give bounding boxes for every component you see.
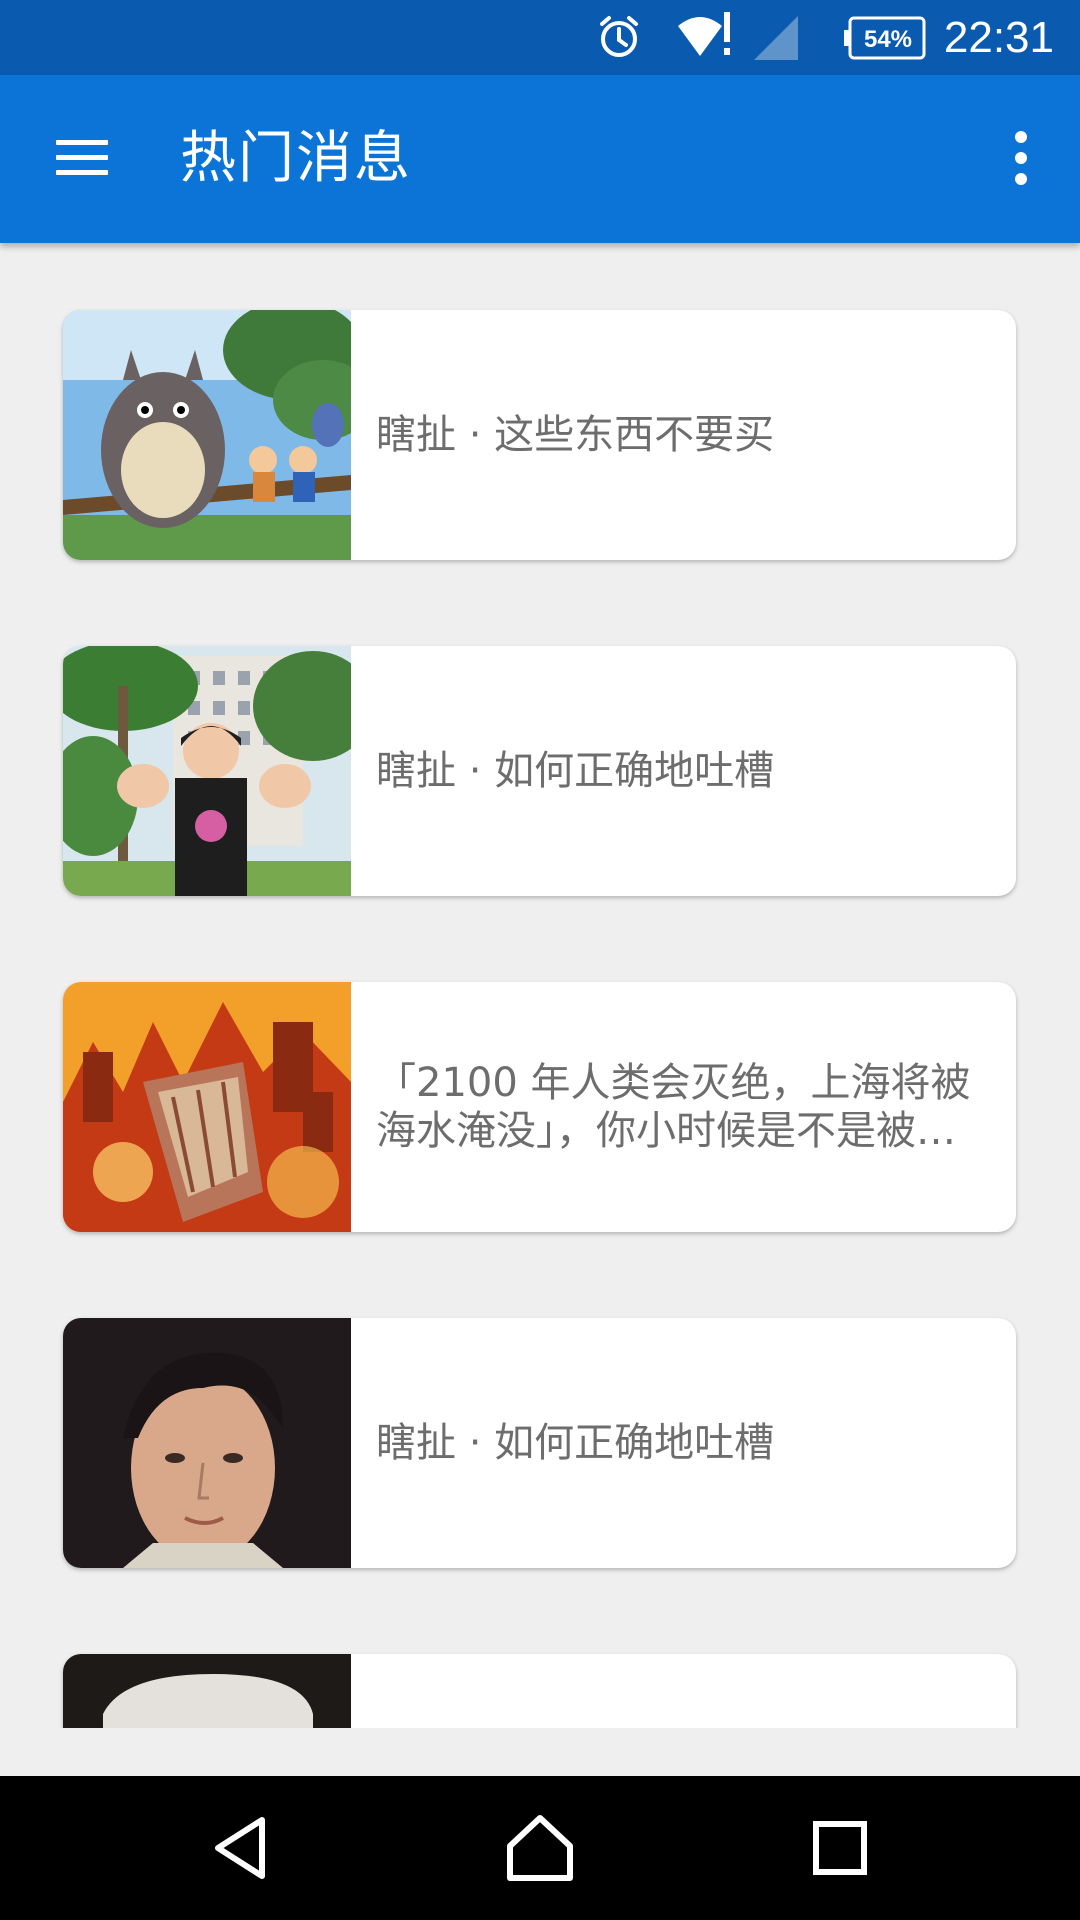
page-title: 热门消息 bbox=[180, 126, 412, 191]
hamburger-menu-icon[interactable] bbox=[52, 133, 112, 183]
wifi-icon bbox=[678, 12, 730, 56]
alarm-icon bbox=[600, 16, 638, 57]
news-card[interactable] bbox=[63, 1654, 1016, 1728]
news-title: 瞎扯 · 如何正确地吐槽 bbox=[376, 1420, 775, 1466]
burning-city-thumbnail bbox=[63, 982, 351, 1232]
news-title: 瞎扯 · 如何正确地吐槽 bbox=[376, 748, 775, 794]
back-icon[interactable] bbox=[200, 1808, 280, 1888]
battery-level-text: 54% bbox=[864, 26, 912, 53]
palm-trees-thumbnail bbox=[63, 646, 351, 896]
news-title: 「2100 年人类会灭绝，上海将被海水淹没」，你小时候是不是被这些谣言吓到过？ bbox=[376, 1060, 971, 1154]
news-card[interactable]: 瞎扯 · 如何正确地吐槽 bbox=[63, 1318, 1016, 1568]
partial-thumbnail bbox=[63, 1654, 351, 1728]
status-bar: 54% 22:31 bbox=[0, 0, 1080, 75]
totoro-thumbnail bbox=[63, 310, 351, 560]
news-title: 瞎扯 · 这些东西不要买 bbox=[376, 412, 775, 458]
recents-icon[interactable] bbox=[800, 1808, 880, 1888]
home-icon[interactable] bbox=[500, 1808, 580, 1888]
news-card[interactable]: 瞎扯 · 如何正确地吐槽 bbox=[63, 646, 1016, 896]
battery-icon: 54% bbox=[844, 16, 926, 60]
more-vert-icon[interactable] bbox=[1008, 129, 1034, 189]
portrait-thumbnail bbox=[63, 1318, 351, 1568]
news-list[interactable]: 瞎扯 · 这些东西不要买 瞎扯 · 如何正确地吐槽 「2100 年人类会灭绝，上… bbox=[0, 243, 1080, 1728]
status-time: 22:31 bbox=[943, 13, 1054, 62]
news-card[interactable]: 「2100 年人类会灭绝，上海将被海水淹没」，你小时候是不是被这些谣言吓到过？ bbox=[63, 982, 1016, 1232]
app-bar: 热门消息 bbox=[0, 75, 1080, 243]
navigation-bar bbox=[0, 1776, 1080, 1920]
news-card[interactable]: 瞎扯 · 这些东西不要买 bbox=[63, 310, 1016, 560]
cell-signal-icon bbox=[754, 16, 798, 60]
